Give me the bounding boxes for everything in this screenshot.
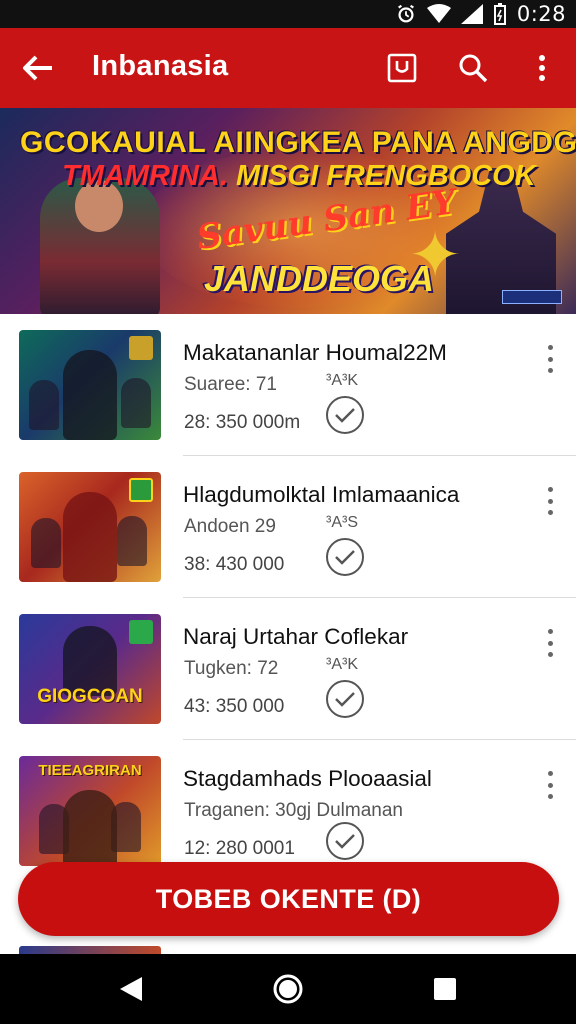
back-button[interactable] [18,48,58,88]
system-nav-bar [0,954,576,1024]
check-button[interactable] [326,680,364,718]
check-button[interactable] [326,822,364,860]
item-amount: 43: 350 000 [184,696,285,717]
check-icon [335,550,355,565]
check-button[interactable] [326,396,364,434]
more-vert-icon [539,55,545,81]
nav-home-button[interactable] [271,972,305,1006]
check-icon [335,834,355,849]
check-icon [335,692,355,707]
thumbnail-caption: TIEEAGRIRAN [38,762,142,779]
more-options-button[interactable] [522,48,562,88]
item-amount: 38: 430 000 [184,554,285,575]
status-time: 0:28 [516,2,566,26]
item-subtitle: Suaree: 71 [184,374,277,395]
item-more-button[interactable] [538,486,562,516]
search-icon [459,54,488,83]
banner-headline: GCOKAUIAL AIINGKEA PANA ANGDGIN [20,126,576,159]
search-button[interactable] [453,48,493,88]
alarm-icon [397,4,414,23]
banner-subheadline-yellow: MISGI FRENGBOCOK [235,160,536,192]
item-subtitle: Andoen 29 [184,516,276,537]
thumbnail-character [63,790,117,866]
thumbnail-badge [129,336,153,360]
item-amount: 28: 350 000m [184,412,301,433]
item-thumbnail: GIOGCOAN [19,614,161,724]
thumbnail-character [63,350,117,440]
back-icon [120,977,142,1001]
status-icons: 0:28 [395,2,566,26]
list-item[interactable]: Makatananlar Houmal22M Suaree: 71 ³A³K 2… [0,314,576,456]
item-title: Stagdamhads Plooaasial [183,766,432,791]
status-bar: 0:28 [0,0,576,28]
item-meta: ³A³S [326,514,358,531]
signal-icon [460,4,483,24]
banner-subheadline: TMAMRINA. MISGI FRENGBOCOK [62,160,536,193]
list-item[interactable]: TIEEAGRIRAN Stagdamhads Plooaasial Traga… [0,740,576,882]
banner-subheadline-red: TMAMRINA. [62,160,228,192]
primary-action-button[interactable]: TOBEB OKENTE (D) [18,862,559,936]
app-bar: Inbanasia [0,28,576,108]
check-icon [335,408,355,423]
item-more-button[interactable] [538,770,562,800]
item-more-button[interactable] [538,344,562,374]
item-thumbnail [19,330,161,440]
item-subtitle: Traganen: 30gj Dulmanan [184,800,403,821]
star-emblem-icon: ✦ [408,219,462,291]
item-meta: ³A³K [326,656,358,673]
bookmark-button[interactable] [382,48,422,88]
app-title: Inbanasia [92,50,229,82]
item-title: Naraj Urtahar Coflekar [183,624,409,649]
item-thumbnail [19,472,161,582]
game-list: Makatananlar Houmal22M Suaree: 71 ³A³K 2… [0,314,576,954]
recents-icon [434,978,456,1000]
item-thumbnail: TIEEAGRIRAN [19,756,161,866]
item-amount: 12: 280 0001 [184,838,295,859]
check-button[interactable] [326,538,364,576]
home-icon [273,974,303,1004]
list-item[interactable]: Hlagdumolktal Imlamaanica Andoen 29 ³A³S… [0,456,576,598]
item-more-button[interactable] [538,628,562,658]
item-title: Makatananlar Houmal22M [183,340,447,365]
thumbnail-caption: GIOGCOAN [37,686,143,707]
bookmark-icon [387,53,417,83]
thumbnail-character [63,492,117,582]
thumbnail-badge [129,620,153,644]
item-subtitle: Tugken: 72 [184,658,279,679]
nav-recents-button[interactable] [428,972,462,1006]
nav-back-button[interactable] [114,972,148,1006]
battery-icon [493,3,506,25]
item-meta: ³A³K [326,372,358,389]
promo-banner[interactable]: GCOKAUIAL AIINGKEA PANA ANGDGIN TMAMRINA… [0,108,576,314]
thumbnail-badge [129,478,153,502]
wifi-icon [426,4,451,23]
item-title: Hlagdumolktal Imlamaanica [183,482,460,507]
arrow-back-icon [23,55,52,81]
banner-corner-badge [502,290,562,304]
list-item[interactable]: GIOGCOAN Naraj Urtahar Coflekar Tugken: … [0,598,576,740]
